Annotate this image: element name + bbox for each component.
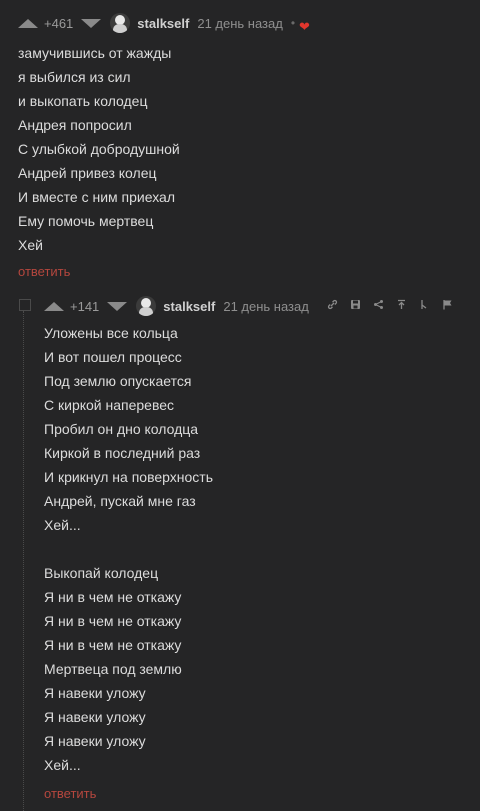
- comment-time[interactable]: 21 день назад: [223, 299, 309, 314]
- comment-rating: +461: [44, 15, 74, 31]
- avatar[interactable]: [136, 296, 157, 316]
- heart-icon: ❤: [299, 19, 310, 34]
- share-icon[interactable]: [367, 299, 390, 313]
- link-icon[interactable]: [321, 299, 344, 313]
- separator-dot: •: [290, 16, 296, 30]
- vote-up-icon[interactable]: [18, 18, 38, 28]
- comment-author[interactable]: stalkself: [137, 16, 189, 31]
- save-icon[interactable]: [344, 299, 367, 313]
- comment-time[interactable]: 21 день назад: [197, 16, 283, 31]
- vote-up-icon[interactable]: [44, 301, 64, 311]
- thread-line[interactable]: [23, 311, 25, 811]
- reply-link[interactable]: ответить: [44, 786, 96, 801]
- comment-body: замучившись от жажды я выбился из сил и …: [18, 45, 180, 253]
- collapse-thread-icon[interactable]: [19, 299, 31, 311]
- vote-down-icon[interactable]: [81, 18, 102, 28]
- comment-body: Уложены все кольца И вот пошел процесс П…: [44, 325, 213, 773]
- comment-actions: [321, 299, 459, 313]
- avatar[interactable]: [110, 13, 131, 33]
- comment-author[interactable]: stalkself: [163, 299, 215, 314]
- reply-link[interactable]: ответить: [18, 264, 70, 279]
- branch-icon[interactable]: [413, 299, 436, 313]
- comment-header: +461 stalkself 21 день назад • ❤: [18, 9, 310, 37]
- flag-icon[interactable]: [436, 299, 459, 313]
- comment-rating: +141: [70, 298, 100, 314]
- vote-down-icon[interactable]: [107, 301, 128, 311]
- scroll-up-icon[interactable]: [390, 299, 413, 313]
- comment-header: +141 stalkself 21 день назад: [44, 292, 459, 320]
